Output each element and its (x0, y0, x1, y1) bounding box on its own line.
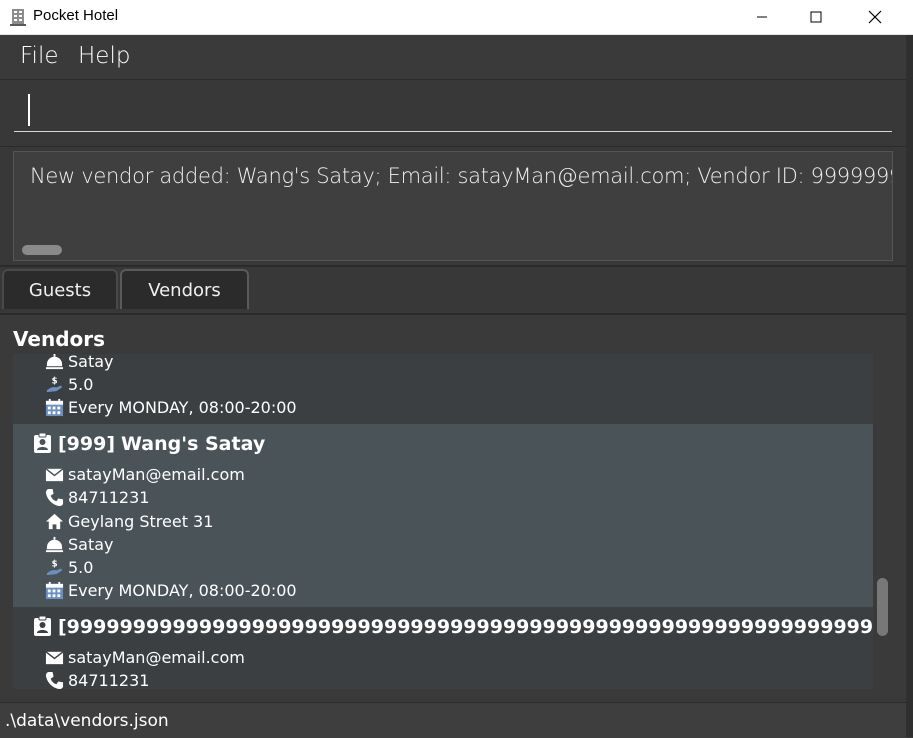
phone-row: 84711231 (45, 669, 149, 689)
email-text: satayMan@email.com (68, 464, 245, 484)
svg-text:$: $ (52, 559, 58, 569)
vendor-card[interactable]: [999999999999999999999999999999999999999… (13, 607, 873, 689)
vendor-title: [999] Wang's Satay (33, 433, 265, 455)
email-icon (45, 467, 64, 481)
panel-title: Vendors (13, 327, 106, 351)
maximize-icon (810, 11, 822, 23)
vendor-badge-icon (34, 616, 51, 636)
calendar-icon (45, 581, 64, 599)
title-bar: Pocket Hotel (0, 0, 913, 35)
service-text: Satay (68, 354, 114, 371)
cost-icon: $ (46, 559, 63, 575)
menu-file[interactable]: File (20, 43, 59, 69)
hotel-app-icon (10, 9, 26, 26)
tab-vendors[interactable]: Vendors (120, 269, 249, 309)
phone-row: 84711231 (45, 486, 149, 508)
phone-icon (45, 488, 64, 506)
text-caret (28, 94, 30, 126)
service-row: Satay (45, 533, 114, 555)
vendor-card[interactable]: Satay $ 5.0 Every MONDAY, 08:00-20:00 (13, 354, 873, 424)
address-row: Geylang Street 31 (45, 510, 213, 532)
vendor-panel: Vendors Satay $ 5.0 Every MONDAY, 08:00-… (0, 315, 906, 702)
service-bell-icon (45, 354, 64, 369)
window-title: Pocket Hotel (33, 7, 119, 24)
result-display[interactable]: New vendor added: Wang's Satay; Email: s… (13, 151, 893, 261)
window-edge (906, 35, 913, 737)
result-display-area: New vendor added: Wang's Satay; Email: s… (0, 147, 906, 267)
vendor-badge-icon (34, 433, 51, 453)
email-row: satayMan@email.com (45, 463, 245, 485)
schedule-text: Every MONDAY, 08:00-20:00 (68, 397, 297, 417)
command-input[interactable] (14, 90, 892, 132)
tab-guests[interactable]: Guests (2, 269, 118, 309)
minimize-button[interactable] (739, 0, 785, 34)
phone-text: 84711231 (68, 487, 150, 507)
vendor-card-selected[interactable]: [999] Wang's Satay satayMan@email.com 847… (13, 424, 873, 607)
close-icon (868, 10, 882, 24)
vendor-id: [999999999999999999999999999999999999999… (58, 616, 873, 638)
service-row: Satay (45, 354, 114, 372)
email-text: satayMan@email.com (68, 647, 245, 667)
service-bell-icon (45, 536, 64, 552)
vendor-name: Wang's Satay (121, 433, 266, 455)
schedule-row: Every MONDAY, 08:00-20:00 (45, 396, 297, 418)
calendar-icon (45, 398, 64, 416)
close-button[interactable] (852, 0, 898, 34)
vendor-list-scrollbar-thumb[interactable] (877, 578, 888, 636)
maximize-button[interactable] (793, 0, 839, 34)
vendor-id: [999] (58, 433, 116, 455)
address-text: Geylang Street 31 (68, 511, 214, 531)
result-horizontal-scrollbar[interactable] (22, 245, 62, 255)
home-icon (45, 513, 64, 529)
result-message: New vendor added: Wang's Satay; Email: s… (30, 164, 893, 188)
status-bar: .\data\vendors.json (0, 702, 906, 738)
phone-text: 84711231 (68, 670, 150, 690)
email-row: satayMan@email.com (45, 646, 245, 668)
phone-icon (45, 671, 64, 689)
save-location-path: .\data\vendors.json (5, 711, 169, 731)
cost-text: 5.0 (68, 374, 94, 394)
service-text: Satay (68, 534, 114, 554)
cost-row: $ 5.0 (45, 373, 93, 395)
minimize-icon (757, 16, 767, 18)
email-icon (45, 650, 64, 664)
tab-bar: Guests Vendors (0, 267, 906, 315)
cost-text: 5.0 (68, 557, 94, 577)
cost-row: $ 5.0 (45, 556, 93, 578)
menu-help[interactable]: Help (78, 43, 130, 69)
command-box-area (0, 80, 906, 147)
cost-icon: $ (46, 376, 63, 392)
vendor-list-scrollbar-track[interactable] (875, 354, 891, 689)
svg-text:$: $ (52, 376, 58, 386)
vendor-list[interactable]: Satay $ 5.0 Every MONDAY, 08:00-20:00 [9… (13, 354, 873, 689)
menu-bar: File Help (0, 35, 906, 80)
vendor-title: [999999999999999999999999999999999999999… (33, 616, 873, 638)
schedule-text: Every MONDAY, 08:00-20:00 (68, 580, 297, 600)
schedule-row: Every MONDAY, 08:00-20:00 (45, 579, 297, 601)
